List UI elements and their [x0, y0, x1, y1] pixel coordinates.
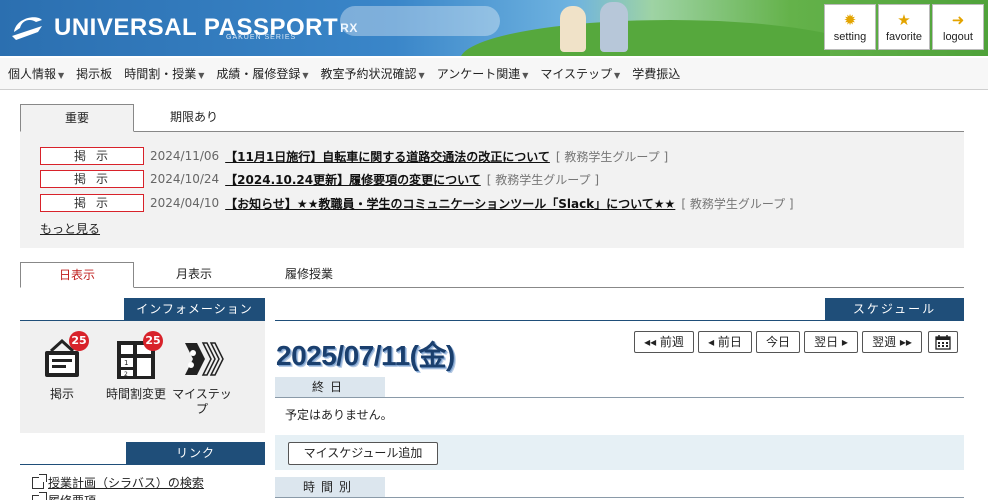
mystep-icon: [185, 342, 224, 376]
divider: [275, 397, 964, 398]
calendar-icon: [935, 335, 951, 350]
star-icon: ★: [897, 10, 911, 29]
current-date: 2025/07/11(金): [276, 340, 455, 371]
main-nav: 個人情報 ▼ 掲示板 時間割・授業 ▼ 成績・履修登録 ▼ 教室予約状況確認 ▼ アンケ…: [0, 58, 988, 90]
info-item-label: 時間割変更: [105, 387, 166, 401]
chevron-down-icon: ▼: [198, 71, 205, 80]
notice-group: [ 教務学生グループ ]: [555, 149, 669, 164]
info-heading: インフォメーション: [124, 298, 265, 320]
header-actions: ✹ setting ★ favorite ➜ logout: [824, 4, 984, 50]
schedule-heading: スケジュール: [825, 298, 964, 320]
notice-date: 2024/10/24: [150, 172, 220, 186]
prev-day-button[interactable]: ◂ 前日: [698, 331, 752, 353]
info-item-label: マイステップ: [172, 387, 232, 416]
add-my-schedule-button[interactable]: マイスケジュール追加: [288, 442, 438, 465]
info-item-board[interactable]: 25 掲示: [30, 331, 94, 402]
divider: [20, 464, 265, 465]
view-tabs: 日表示 月表示 履修授業: [20, 262, 964, 288]
notice-badge: 掲示: [40, 170, 144, 188]
chevron-down-icon: ▼: [522, 71, 529, 80]
notice-badge: 掲示: [40, 147, 144, 165]
notice-date: 2024/04/10: [150, 196, 220, 210]
notice-date: 2024/11/06: [150, 149, 220, 163]
nav-item-tuition[interactable]: 学費振込: [632, 65, 692, 82]
nav-item-room[interactable]: 教室予約状況確認 ▼: [321, 65, 437, 82]
notice-row: 掲示 2024/04/10 【お知らせ】★★教職員・学生のコミュニケーションツー…: [40, 193, 794, 213]
nav-item-board[interactable]: 掲示板: [76, 65, 124, 82]
chevron-down-icon: ▼: [58, 71, 65, 80]
notice-group: [ 教務学生グループ ]: [486, 172, 600, 187]
prev-week-button[interactable]: ◂◂ 前週: [634, 331, 694, 353]
notice-title-link[interactable]: 【お知らせ】★★教職員・学生のコミュニケーションツール「Slack」について★★: [225, 195, 675, 212]
runner-icon: ➜: [951, 10, 965, 29]
brand-mark-icon: [12, 17, 42, 40]
divider: [275, 320, 964, 321]
info-item-mystep[interactable]: マイステップ: [170, 337, 234, 417]
logout-button[interactable]: ➜ logout: [932, 4, 984, 50]
notice-title-link[interactable]: 【11月1日施行】自転車に関する道路交通法の改正について: [225, 148, 550, 165]
logout-label: logout: [943, 30, 973, 43]
info-item-label: 掲示: [49, 387, 74, 401]
tab-deadline[interactable]: 期限あり: [134, 104, 254, 132]
chevron-down-icon: ▼: [418, 71, 425, 80]
notice-tabs: 重要 期限あり: [20, 104, 964, 132]
notice-panel: 掲示 2024/11/06 【11月1日施行】自転車に関する道路交通法の改正につ…: [20, 132, 964, 248]
app-header: UNIVERSAL PASSPORT RX GAKUEN SERIES ✹ set…: [0, 0, 988, 56]
external-link-icon: [32, 491, 47, 500]
chevron-down-icon: ▼: [302, 71, 309, 80]
brand-subtitle: GAKUEN SERIES: [226, 34, 297, 41]
divider: [275, 497, 964, 498]
next-day-button[interactable]: 翌日 ▸: [804, 331, 858, 353]
board-count-badge: 25: [69, 331, 89, 351]
tab-important[interactable]: 重要: [20, 104, 134, 132]
tab-courses[interactable]: 履修授業: [254, 262, 364, 288]
nav-item-mystep[interactable]: マイステップ ▼: [540, 65, 632, 82]
info-item-timetable-change[interactable]: 1 2 25 時間割変更: [104, 331, 168, 402]
chevron-down-icon: ▼: [614, 71, 621, 80]
favorite-label: favorite: [885, 30, 923, 43]
more-link[interactable]: もっと見る: [40, 220, 100, 237]
nav-item-personal[interactable]: 個人情報 ▼: [8, 65, 76, 82]
notice-group: [ 教務学生グループ ]: [681, 196, 794, 211]
notice-row: 掲示 2024/11/06 【11月1日施行】自転車に関する道路交通法の改正につ…: [40, 146, 668, 166]
svg-text:2: 2: [124, 371, 128, 378]
tab-monthly[interactable]: 月表示: [134, 262, 254, 288]
setting-label: setting: [833, 30, 867, 43]
notice-row: 掲示 2024/10/24 【2024.10.24更新】履修要項の変更について …: [40, 169, 599, 189]
brand-logo[interactable]: UNIVERSAL PASSPORT RX: [8, 8, 358, 48]
links-heading: リンク: [126, 442, 265, 464]
timetable-count-badge: 25: [143, 331, 163, 351]
today-button[interactable]: 今日: [756, 331, 800, 353]
notice-badge: 掲示: [40, 194, 144, 212]
no-plan-text: 予定はありません。: [285, 408, 393, 422]
header-illustration: [320, 0, 830, 56]
nav-item-timetable[interactable]: 時間割・授業 ▼: [124, 65, 216, 82]
notice-title-link[interactable]: 【2024.10.24更新】履修要項の変更について: [225, 171, 481, 188]
nav-item-grades[interactable]: 成績・履修登録 ▼: [216, 65, 320, 82]
gear-icon: ✹: [843, 10, 857, 29]
nav-item-survey[interactable]: アンケート関連 ▼: [437, 65, 541, 82]
setting-button[interactable]: ✹ setting: [824, 4, 876, 50]
favorite-button[interactable]: ★ favorite: [878, 4, 930, 50]
link-handbook[interactable]: 履修要項: [32, 491, 96, 500]
by-time-heading: 時間別: [275, 477, 385, 497]
link-syllabus[interactable]: 授業計画（シラバス）の検索: [32, 473, 204, 491]
svg-text:1: 1: [124, 359, 128, 367]
allday-heading: 終日: [275, 377, 385, 397]
calendar-button[interactable]: [928, 331, 958, 353]
info-panel: 25 掲示 1 2 25 時間割変更 マイステップ: [20, 321, 265, 433]
next-week-button[interactable]: 翌週 ▸▸: [862, 331, 922, 353]
external-link-icon: [32, 473, 47, 489]
tab-daily[interactable]: 日表示: [20, 262, 134, 288]
brand-name: UNIVERSAL PASSPORT RX: [54, 14, 358, 41]
